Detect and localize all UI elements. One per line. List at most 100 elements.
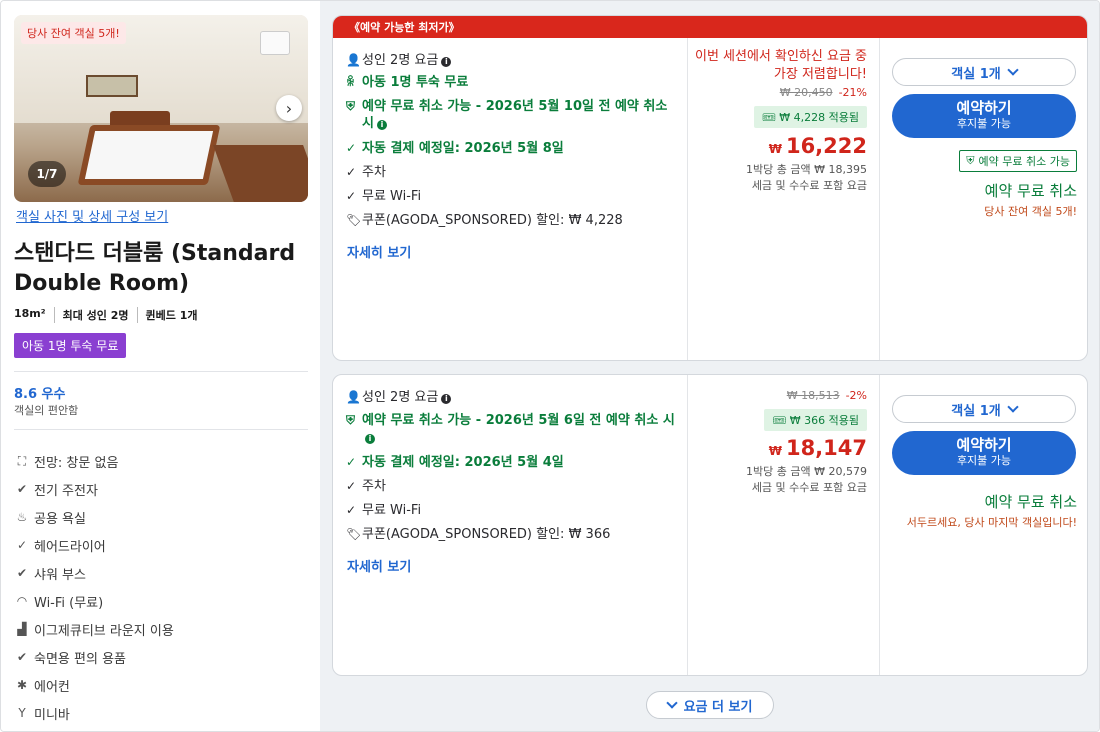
bed-type: 퀸베드 1개: [136, 307, 206, 323]
check-icon: ✓: [346, 141, 357, 155]
parking-feature: ✓ 주차: [346, 165, 386, 180]
max-occupancy: 최대 성인 2명: [53, 307, 137, 323]
check-circle-icon: ✔: [16, 650, 28, 664]
check-icon: ✓: [346, 503, 357, 517]
lounge-icon: ▟: [17, 622, 27, 636]
info-icon[interactable]: i: [441, 57, 452, 67]
shield-icon: ⛨: [346, 413, 356, 427]
lowest-price-note: 이번 세션에서 확인하신 요금 중 가장 저렴합니다!: [694, 49, 867, 82]
free-cancel-text: 예약 무료 취소: [984, 493, 1077, 511]
chevron-down-icon: [1007, 401, 1019, 413]
room-photo[interactable]: 당사 잔여 객실 5개! › 1/7: [14, 15, 308, 202]
price-breakdown: 1박당 총 금액 ₩ 20,579 세금 및 수수료 포함 요금: [746, 465, 867, 494]
shield-icon: ⛨: [966, 154, 975, 167]
amenity-item: ✔ 숙면용 편의 용품: [14, 643, 174, 671]
coupon-applied-badge: 🎟 ₩ 4,228 적용됨: [753, 106, 867, 128]
amenity-item: ✱ 에어컨: [14, 671, 174, 699]
check-icon: ✓: [346, 479, 357, 493]
free-cancel-text: 예약 무료 취소: [984, 182, 1077, 200]
snowflake-icon: ✱: [16, 678, 28, 692]
rate-offer-card: 《예약 가능한 최저가》 👤 성인 2명 요금 i ꆜ 아동 1명 투숙 무료 ⛨ 예약…: [332, 15, 1088, 361]
wifi-icon: ◠: [16, 594, 28, 608]
info-icon[interactable]: i: [365, 434, 375, 444]
view-icon: ⛶: [17, 453, 27, 468]
adults-feature: 👤 성인 2명 요금 i: [346, 52, 452, 69]
book-button[interactable]: 예약하기 후지불 가능: [892, 431, 1076, 475]
rate-offer-card: 👤 성인 2명 요금 i ⛨ 예약 무료 취소 가능 - 2026년 5월 6일 전 …: [332, 374, 1088, 676]
amenity-item: ✓ 헤어드라이어: [14, 531, 174, 559]
rooms-left-badge: 당사 잔여 객실 5개!: [21, 22, 126, 44]
room-rating: 8.6 우수: [14, 387, 66, 402]
book-button[interactable]: 예약하기 후지불 가능: [892, 94, 1076, 138]
person-icon: 👤: [346, 53, 361, 67]
room-summary-panel: 당사 잔여 객실 5개! › 1/7 객실 사진 및 상세 구성 보기 스탠다드…: [1, 1, 320, 731]
rate-offers-panel: 《예약 가능한 최저가》 👤 성인 2명 요금 i ꆜ 아동 1명 투숙 무료 ⛨ 예약…: [320, 1, 1099, 731]
offer-features: 👤 성인 2명 요금 i ⛨ 예약 무료 취소 가능 - 2026년 5월 6일 전 …: [333, 375, 687, 675]
offer-features: 👤 성인 2명 요금 i ꆜ 아동 1명 투숙 무료 ⛨ 예약 무료 취소 가능 - 2…: [333, 38, 687, 360]
room-photos-link[interactable]: 객실 사진 및 상세 구성 보기: [16, 206, 168, 225]
wifi-feature: ✓ 무료 Wi-Fi: [346, 503, 422, 518]
free-cancel-feature: ⛨ 예약 무료 취소 가능 - 2026년 5월 10일 전 예약 취소 시i: [346, 99, 668, 131]
tag-icon: 🏷: [346, 213, 362, 227]
coupon-applied-badge: 🎟 ₩ 366 적용됨: [764, 409, 867, 431]
ticket-icon: 🎟: [772, 414, 790, 427]
person-icon: 👤: [346, 390, 361, 404]
amenity-item: ✔ 샤워 부스: [14, 559, 174, 587]
room-count-select[interactable]: 객실 1개: [892, 58, 1076, 86]
original-price: ₩ 18,513 -2%: [786, 389, 867, 402]
chevron-down-icon: [665, 697, 678, 709]
info-icon[interactable]: i: [441, 394, 452, 404]
room-title: 스탠다드 더블룸 (Standard Double Room): [14, 241, 296, 296]
room-card: 당사 잔여 객실 5개! › 1/7 객실 사진 및 상세 구성 보기 스탠다드…: [0, 0, 1100, 732]
offer-actions: 객실 1개 예약하기 후지불 가능 ⛨ 예약 무료 취소 가능 예약 무료 취소 당…: [879, 38, 1087, 360]
check-circle-icon: ✔: [16, 482, 28, 496]
offer-price: 이번 세션에서 확인하신 요금 중 가장 저렴합니다! ₩ 20,450 -21%…: [687, 38, 879, 360]
check-icon: ✓: [346, 189, 357, 203]
shield-icon: ⛨: [346, 99, 356, 113]
amenity-item: Y 미니바: [14, 699, 174, 727]
amenity-item: ⛶ 전망: 창문 없음: [14, 447, 174, 475]
scarcity-text: 서두르세요, 당사 마지막 객실입니다!: [906, 516, 1077, 529]
amenity-list: ⛶ 전망: 창문 없음 ✔ 전기 주전자 ♨ 공용 욕실 ✓ 헤어드라이어 ✔ 샤워 부스…: [14, 447, 174, 727]
best-price-header: 《예약 가능한 최저가》: [333, 16, 1087, 38]
details-link[interactable]: 자세히 보기: [347, 556, 411, 575]
coupon-feature: 🏷 쿠폰(AGODA_SPONSORED) 할인: ₩ 366: [346, 527, 611, 542]
kids-free-badge: 아동 1명 투숙 무료: [14, 333, 127, 358]
divider: [14, 429, 308, 430]
kids-feature: ꆜ 아동 1명 투숙 무료: [346, 75, 469, 90]
divider: [14, 371, 308, 372]
auto-pay-feature: ✓ 자동 결제 예정일: 2026년 5월 8일: [346, 141, 564, 156]
original-price: ₩ 20,450 -21%: [779, 86, 867, 99]
final-price: ₩18,147: [768, 436, 867, 460]
auto-pay-feature: ✓ 자동 결제 예정일: 2026년 5월 4일: [346, 455, 564, 470]
bath-icon: ♨: [16, 510, 28, 524]
cocktail-icon: Y: [18, 706, 26, 720]
parking-feature: ✓ 주차: [346, 479, 386, 494]
info-icon[interactable]: i: [376, 120, 387, 130]
chevron-down-icon: [1007, 64, 1019, 76]
rating-caption: 객실의 편안함: [14, 404, 79, 417]
details-link[interactable]: 자세히 보기: [347, 242, 411, 261]
room-meta: 18m² 최대 성인 2명 퀸베드 1개: [14, 307, 205, 323]
check-icon: ✓: [346, 165, 357, 179]
room-size: 18m²: [14, 307, 46, 320]
offer-price: ₩ 18,513 -2% 🎟 ₩ 366 적용됨 ₩18,147 1박당 총 금액…: [687, 375, 879, 675]
amenity-item: ✔ 전기 주전자: [14, 475, 174, 503]
free-cancel-feature: ⛨ 예약 무료 취소 가능 - 2026년 5월 6일 전 예약 취소 시i: [346, 412, 676, 446]
room-count-select[interactable]: 객실 1개: [892, 395, 1076, 423]
final-price: ₩16,222: [768, 134, 867, 158]
chevron-right-icon[interactable]: ›: [276, 95, 302, 121]
coupon-feature: 🏷 쿠폰(AGODA_SPONSORED) 할인: ₩ 4,228: [346, 213, 623, 228]
tag-icon: 🏷: [346, 527, 362, 541]
wifi-feature: ✓ 무료 Wi-Fi: [346, 189, 422, 204]
check-icon: ✓: [346, 455, 357, 469]
photo-counter: 1/7: [28, 161, 66, 187]
ticket-icon: 🎟: [761, 111, 780, 124]
price-breakdown: 1박당 총 금액 ₩ 18,395 세금 및 수수료 포함 요금: [746, 163, 867, 192]
amenity-item: ▟ 이그제큐티브 라운지 이용: [14, 615, 173, 643]
free-cancel-badge: ⛨ 예약 무료 취소 가능: [959, 150, 1077, 172]
adults-feature: 👤 성인 2명 요금 i: [346, 389, 452, 406]
amenity-item: ♨ 공용 욕실: [14, 503, 174, 531]
check-circle-icon: ✔: [16, 566, 28, 580]
more-rates-button[interactable]: 요금 더 보기: [646, 691, 774, 719]
